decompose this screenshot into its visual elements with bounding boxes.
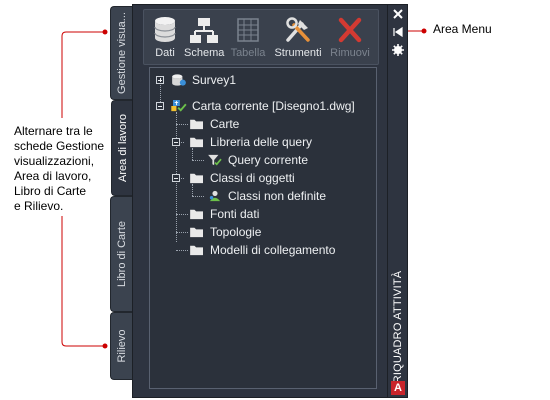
task-pane-title: RIQUADRO ATTIVITÀ	[392, 270, 404, 384]
tree-connector	[192, 148, 193, 160]
tool-label: Strumenti	[274, 47, 322, 59]
collapse-query-library-toggle[interactable]	[172, 138, 180, 146]
schema-button[interactable]: Schema	[184, 16, 224, 59]
tab-gestione-visualizzazioni[interactable]: Gestione visua...	[110, 6, 132, 100]
tree-item-label: Classi non definite	[228, 189, 327, 203]
tree-item-label: Topologie	[210, 225, 262, 239]
tree-item-label: Fonti dati	[210, 207, 260, 221]
folder-icon	[190, 209, 203, 220]
tab-label: Libro di Carte	[115, 220, 128, 288]
tab-area-di-lavoro[interactable]: Area di lavoro	[111, 100, 133, 196]
undefined-classes-icon	[209, 190, 221, 202]
tree-item-label: Survey1	[192, 73, 237, 87]
expand-survey-toggle[interactable]	[156, 76, 164, 84]
tree-connector	[192, 160, 204, 161]
close-button[interactable]	[391, 7, 405, 21]
folder-icon	[190, 173, 203, 184]
dati-button[interactable]: Dati	[150, 16, 180, 59]
folder-icon	[190, 227, 203, 238]
schema-icon	[190, 18, 218, 43]
auto-hide-button[interactable]	[391, 25, 405, 39]
area-menu-callout-text: Area Menu	[433, 22, 492, 36]
tools-icon	[286, 17, 310, 42]
table-icon	[237, 18, 259, 42]
tree-item-label: Libreria delle query	[210, 135, 313, 149]
tree-connector	[176, 250, 188, 251]
tool-label: Tabella	[230, 47, 266, 59]
tree-item-label: Carta corrente [Disegno1.dwg]	[192, 99, 355, 113]
collapse-object-classes-toggle[interactable]	[172, 174, 180, 182]
tree-item-label: Carte	[210, 117, 240, 131]
tool-label: Schema	[184, 47, 225, 59]
tab-label: Area di lavoro	[116, 114, 129, 182]
tab-rilievo[interactable]: Rilievo	[110, 312, 132, 380]
tree-connector	[176, 232, 188, 233]
task-pane: Dati Schema Tabella Strumenti Rimuovi Su…	[132, 4, 388, 398]
strumenti-button[interactable]: Strumenti	[270, 16, 326, 59]
auto-hide-icon	[393, 26, 403, 38]
tabella-button[interactable]: Tabella	[227, 16, 269, 59]
close-icon	[393, 9, 403, 19]
autocad-logo: A	[391, 381, 405, 395]
query-filter-icon	[208, 154, 222, 166]
current-map-icon	[171, 100, 187, 112]
tool-label: Rimuovi	[330, 47, 370, 59]
settings-icon	[392, 44, 404, 56]
folder-icon	[190, 119, 203, 130]
settings-button[interactable]	[391, 43, 405, 57]
tool-label: Dati	[155, 47, 175, 59]
tree-connector	[192, 196, 204, 197]
tree-item-label: Query corrente	[228, 153, 309, 167]
tab-label: Gestione visua...	[115, 12, 128, 94]
tree-item-label: Classi di oggetti	[210, 171, 295, 185]
workspace-tree: Survey1 Carta corrente [Disegno1.dwg] Ca…	[149, 67, 377, 389]
remove-icon	[338, 17, 362, 43]
folder-icon	[190, 137, 203, 148]
tree-connector	[192, 184, 193, 196]
task-pane-title-strip: RIQUADRO ATTIVITÀ A	[388, 4, 408, 398]
tree-connector	[176, 124, 188, 125]
rimuovi-button[interactable]: Rimuovi	[325, 16, 375, 59]
collapse-current-map-toggle[interactable]	[156, 102, 164, 110]
folder-icon	[190, 245, 203, 256]
tree-connector	[176, 214, 188, 215]
tab-label: Rilievo	[115, 329, 128, 363]
tab-libro-di-carte[interactable]: Libro di Carte	[110, 196, 132, 312]
database-icon	[154, 17, 176, 42]
area-menu-toolbar: Dati Schema Tabella Strumenti Rimuovi	[143, 9, 379, 65]
survey-database-icon	[172, 74, 186, 86]
left-callout-text: Alternare tra le schede Gestione visuali…	[14, 124, 105, 213]
tree-item-label: Modelli di collegamento	[210, 243, 336, 257]
